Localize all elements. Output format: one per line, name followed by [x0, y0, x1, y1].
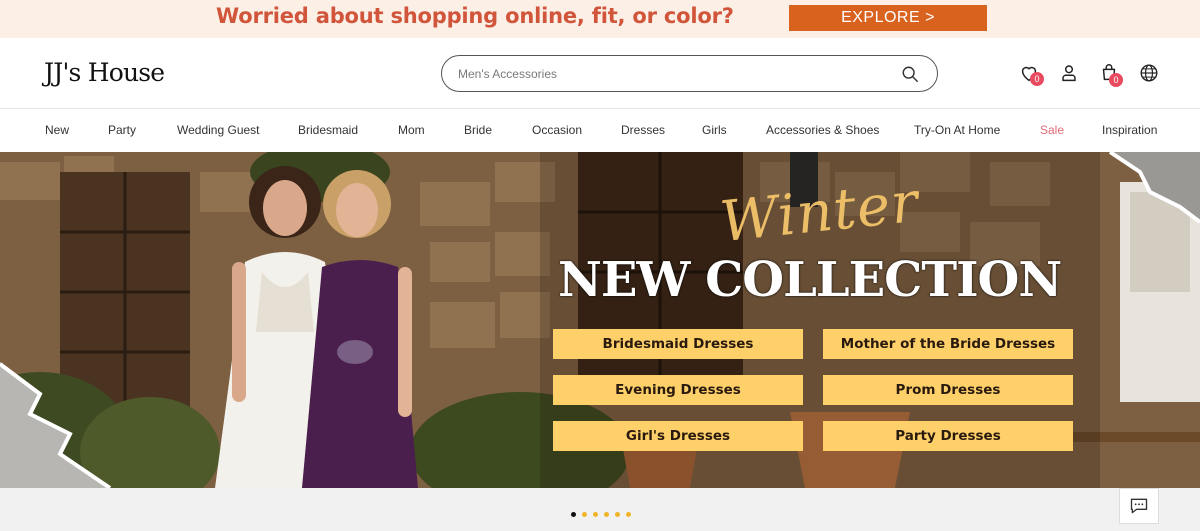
search-icon[interactable] [901, 65, 919, 83]
party-dresses-button[interactable]: Party Dresses [823, 421, 1073, 451]
carousel-dot[interactable] [604, 512, 609, 517]
nav-wedding-guest[interactable]: Wedding Guest [177, 123, 260, 137]
prom-dresses-button[interactable]: Prom Dresses [823, 375, 1073, 405]
nav-occasion[interactable]: Occasion [532, 123, 582, 137]
search-input[interactable] [458, 64, 878, 84]
carousel-dot[interactable] [593, 512, 598, 517]
promo-text: Worried about shopping online, fit, or c… [216, 4, 734, 28]
carousel-strip [0, 488, 1200, 531]
promo-banner: Worried about shopping online, fit, or c… [0, 0, 1200, 38]
nav-party[interactable]: Party [108, 123, 136, 137]
site-header: JJ's House 0 0 [0, 38, 1200, 109]
nav-bridesmaid[interactable]: Bridesmaid [298, 123, 358, 137]
nav-accessories-shoes[interactable]: Accessories & Shoes [766, 123, 879, 137]
chat-button[interactable] [1119, 488, 1159, 524]
hero-banner[interactable]: Winter NEW COLLECTION Bridesmaid Dresses… [0, 152, 1200, 488]
nav-sale[interactable]: Sale [1040, 123, 1064, 137]
user-icon[interactable] [1058, 62, 1080, 84]
chat-icon [1130, 498, 1148, 514]
globe-icon[interactable] [1138, 62, 1160, 84]
search-bar [441, 55, 938, 92]
carousel-dot[interactable] [626, 512, 631, 517]
carousel-dot[interactable] [615, 512, 620, 517]
girls-dresses-button[interactable]: Girl's Dresses [553, 421, 803, 451]
explore-button[interactable]: EXPLORE > [789, 5, 987, 31]
hero-main-title: NEW COLLECTION [558, 252, 1062, 308]
site-logo[interactable]: JJ's House [44, 58, 165, 87]
evening-dresses-button[interactable]: Evening Dresses [553, 375, 803, 405]
nav-girls[interactable]: Girls [702, 123, 727, 137]
bridesmaid-dresses-button[interactable]: Bridesmaid Dresses [553, 329, 803, 359]
nav-inspiration[interactable]: Inspiration [1102, 123, 1157, 137]
cart-button[interactable]: 0 [1098, 62, 1124, 88]
nav-mom[interactable]: Mom [398, 123, 425, 137]
nav-bride[interactable]: Bride [464, 123, 492, 137]
main-nav: New Party Wedding Guest Bridesmaid Mom B… [0, 110, 1200, 152]
nav-dresses[interactable]: Dresses [621, 123, 665, 137]
mother-of-bride-button[interactable]: Mother of the Bride Dresses [823, 329, 1073, 359]
wishlist-button[interactable]: 0 [1018, 62, 1044, 88]
wishlist-badge: 0 [1030, 72, 1044, 86]
carousel-dot[interactable] [582, 512, 587, 517]
cart-badge: 0 [1109, 73, 1123, 87]
nav-new[interactable]: New [45, 123, 69, 137]
carousel-dot[interactable] [571, 512, 576, 517]
nav-try-on-at-home[interactable]: Try-On At Home [914, 123, 1000, 137]
